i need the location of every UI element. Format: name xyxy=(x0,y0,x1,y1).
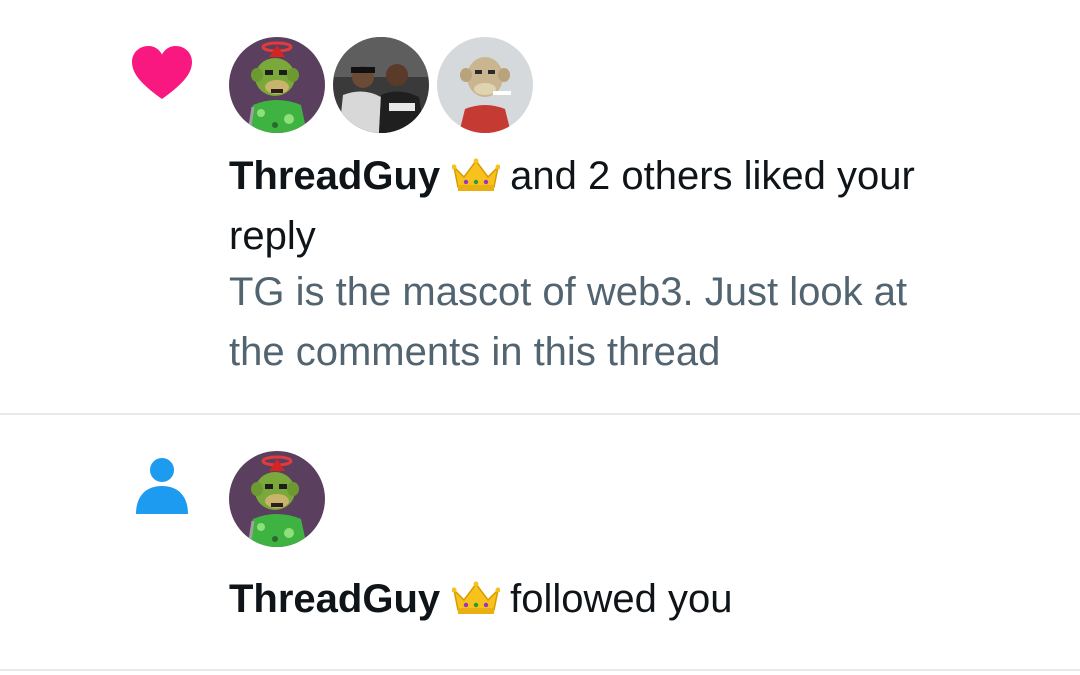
notification-like[interactable]: ThreadGuy and 2 others liked your reply … xyxy=(0,0,1080,415)
notification-text: ThreadGuy and 2 others liked your xyxy=(229,146,915,206)
heart-icon xyxy=(132,46,192,99)
notification-follow[interactable]: ThreadGuy followed you xyxy=(0,415,1080,671)
crown-emoji-icon xyxy=(452,158,501,191)
avatar-image xyxy=(437,37,533,133)
action-text-continued: reply xyxy=(229,214,316,258)
avatar-threadguy[interactable] xyxy=(229,451,325,547)
action-text: followed you xyxy=(510,577,733,621)
avatar-user-2[interactable] xyxy=(333,37,429,133)
person-icon xyxy=(136,458,188,514)
tweet-preview-line-1[interactable]: TG is the mascot of web3. Just look at xyxy=(229,262,907,322)
notification-text: ThreadGuy followed you xyxy=(229,569,733,629)
avatar-image xyxy=(333,37,429,133)
action-text: and 2 others liked your xyxy=(510,154,915,198)
crown-emoji-icon xyxy=(452,581,501,614)
avatar-image xyxy=(229,37,325,133)
avatar-image xyxy=(229,451,325,547)
avatar-threadguy[interactable] xyxy=(229,37,325,133)
actor-name[interactable]: ThreadGuy xyxy=(229,577,440,621)
avatar-user-3[interactable] xyxy=(437,37,533,133)
tweet-preview-line-2[interactable]: the comments in this thread xyxy=(229,322,720,382)
actor-name[interactable]: ThreadGuy xyxy=(229,154,440,198)
